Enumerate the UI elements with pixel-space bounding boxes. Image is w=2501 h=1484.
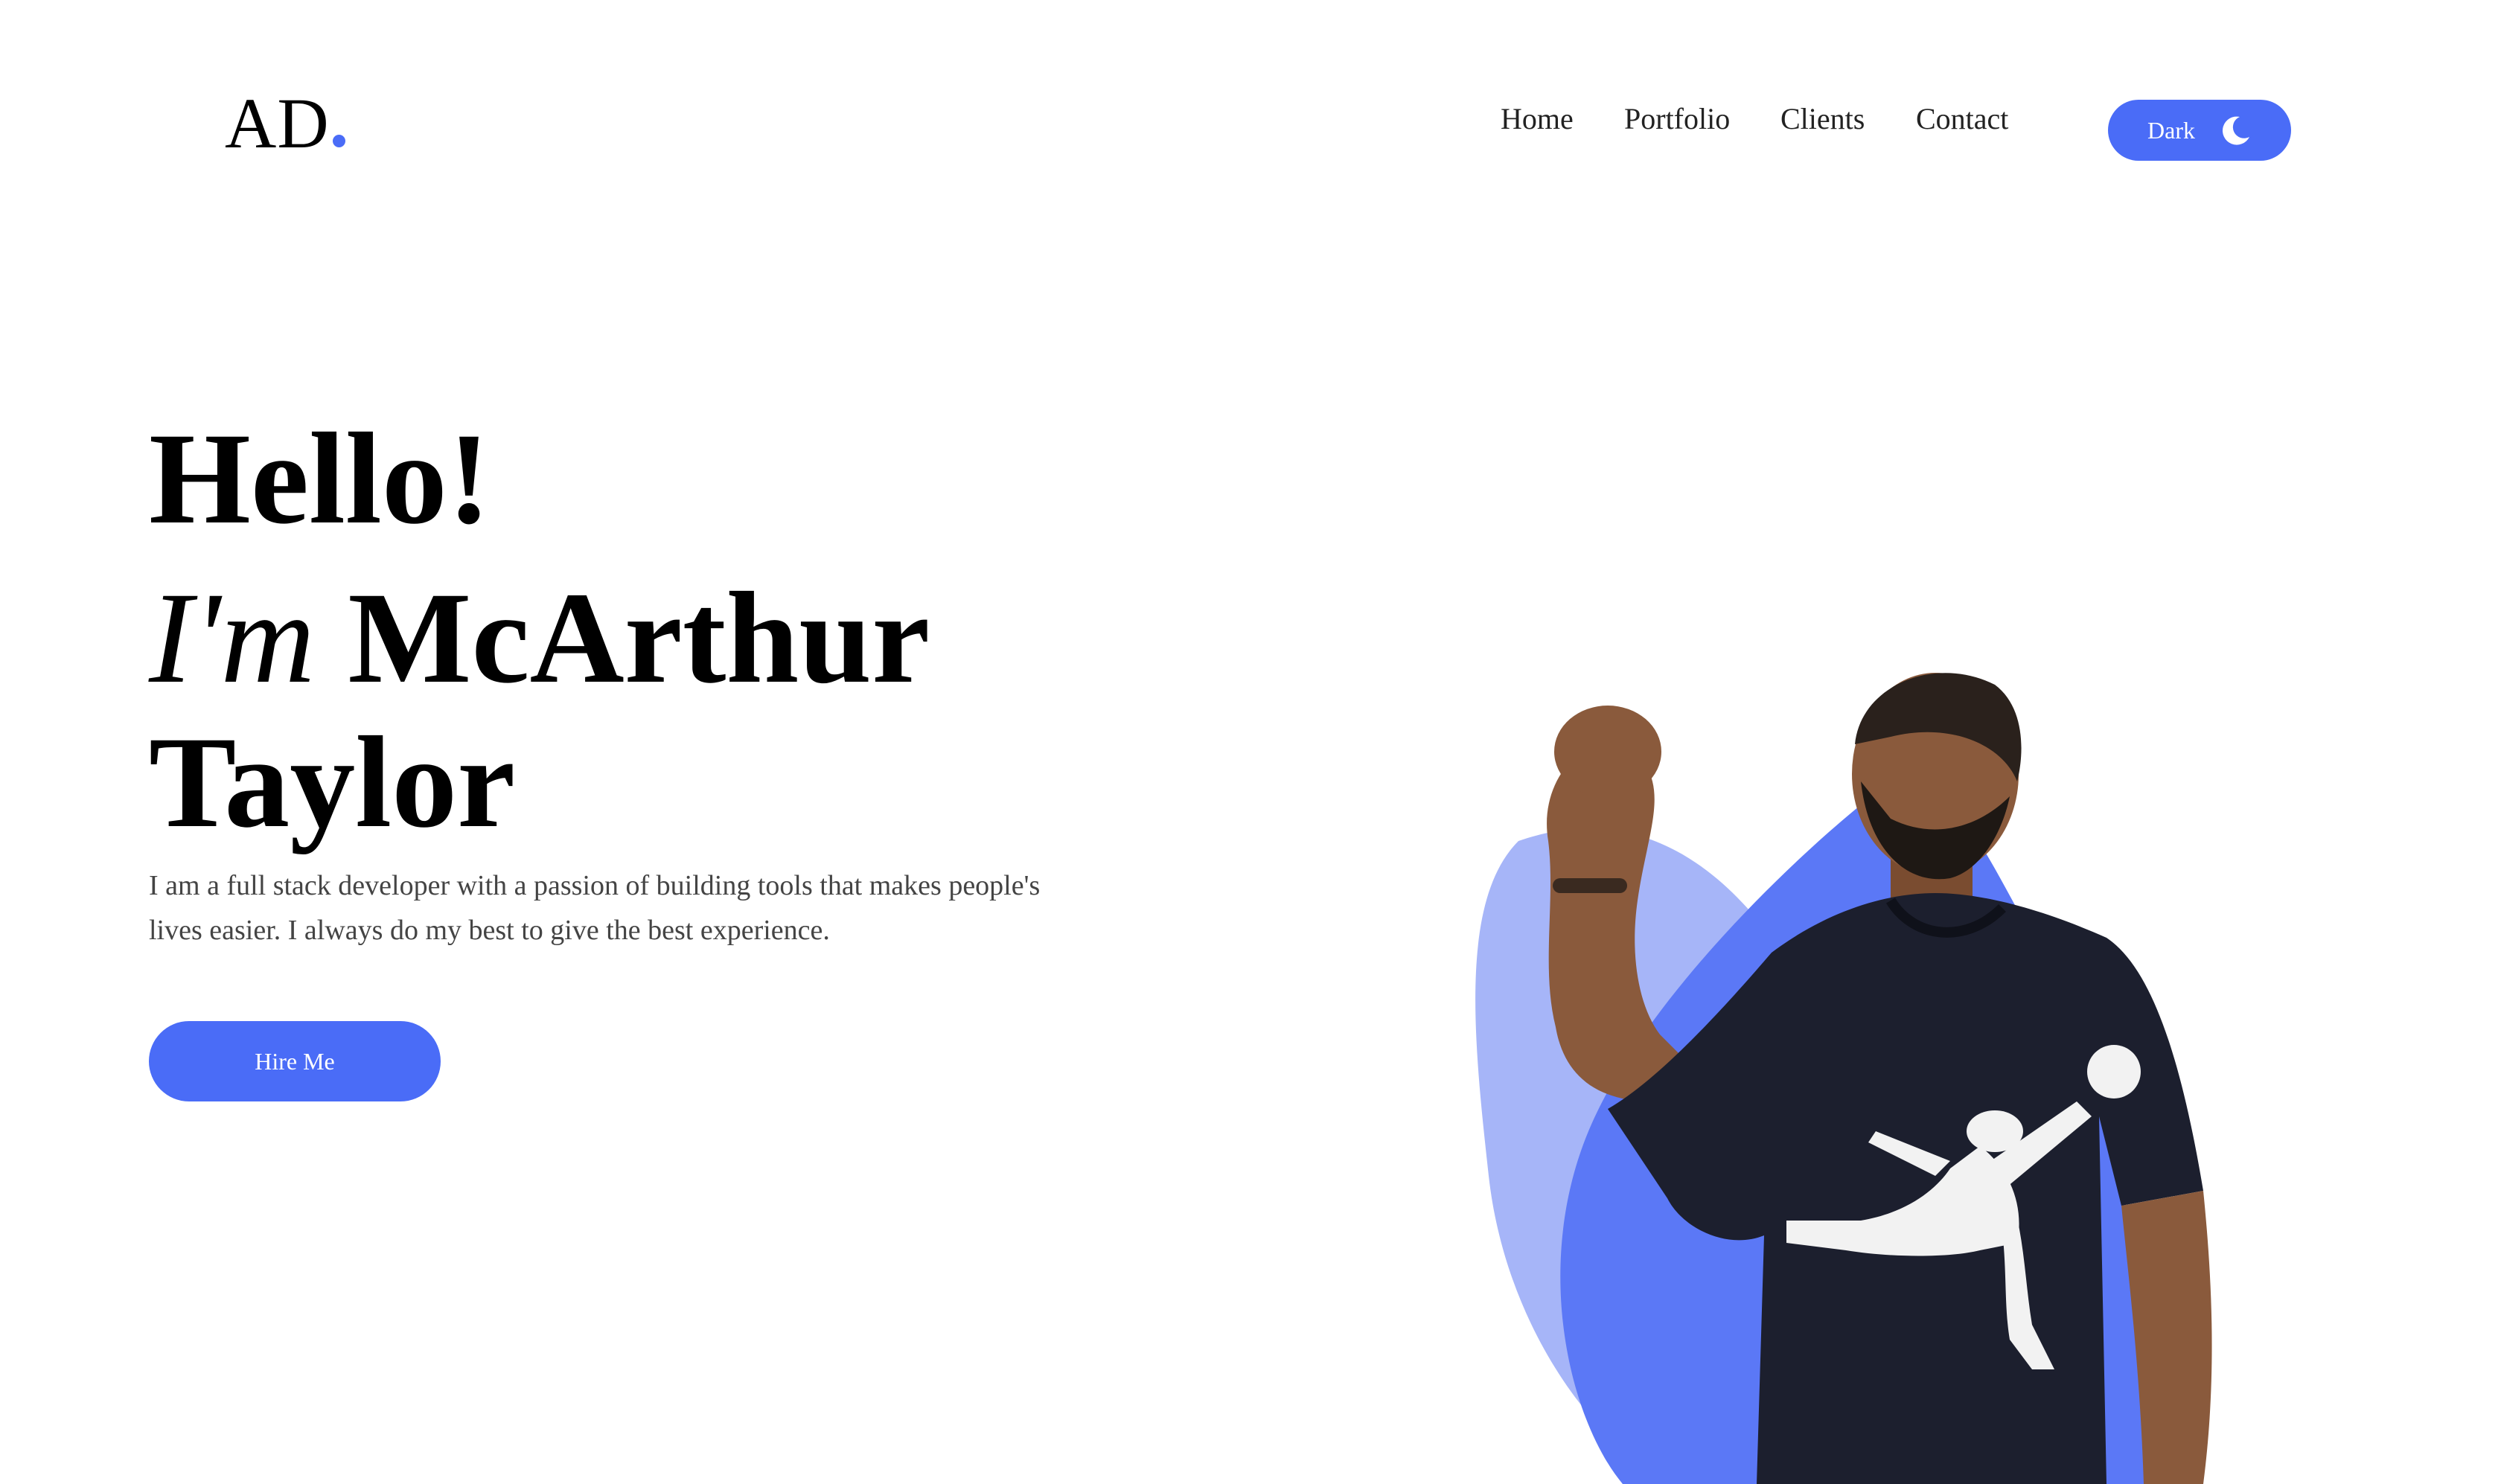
site-logo[interactable]: AD [225,88,345,159]
hero-greeting: Hello! [149,406,491,551]
nav-link-home[interactable]: Home [1501,97,1574,141]
logo-accent-dot [332,135,345,147]
hire-me-button[interactable]: Hire Me [149,1021,441,1101]
hero-intro-prefix: I'm [149,566,316,711]
hero-first-name: McArthur [348,566,930,711]
hero-last-name: Taylor [149,710,516,855]
dark-mode-toggle-button[interactable]: Dark [2108,100,2291,161]
portrait-fist [1554,706,1661,798]
nav-link-portfolio[interactable]: Portfolio [1624,97,1730,141]
nav-link-contact[interactable]: Contact [1916,97,2008,141]
dark-mode-label: Dark [2147,117,2195,144]
hero-portrait-image [1475,673,2212,1484]
logo-text: AD [225,83,330,163]
moon-icon [2222,116,2249,145]
hero-name-line: I'm McArthur [149,573,930,704]
hero-description: I am a full stack developer with a passi… [149,870,1041,946]
nav-link-clients[interactable]: Clients [1780,97,1865,141]
hero-illustration [1414,655,2352,1484]
portrait-bracelet [1553,878,1627,893]
